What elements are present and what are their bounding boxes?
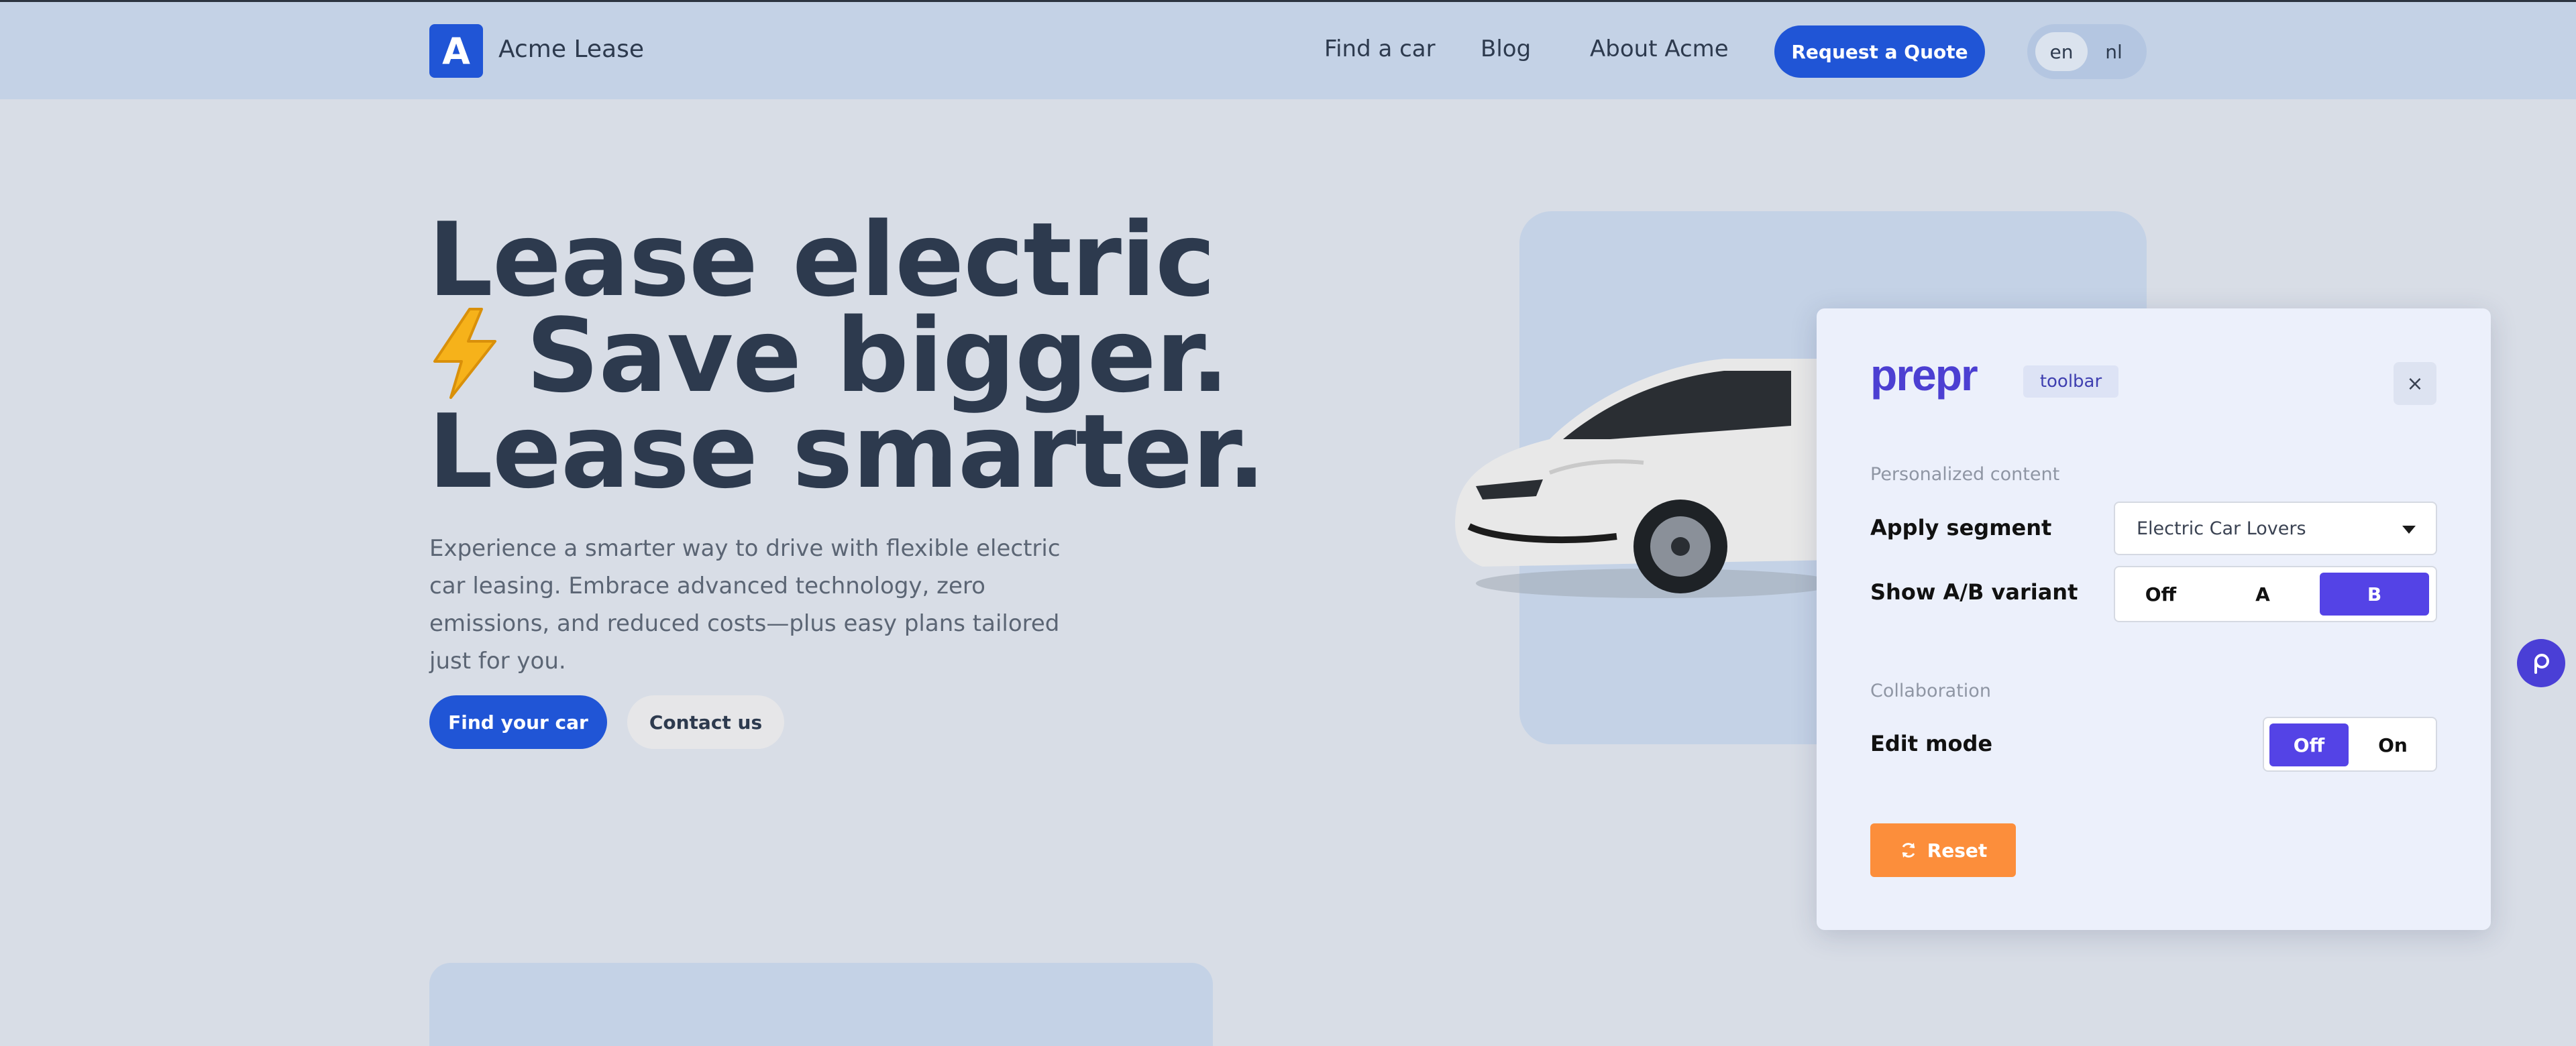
ab-option-a[interactable]: A (2222, 573, 2303, 616)
brand-name[interactable]: Acme Lease (498, 36, 644, 63)
reset-button-label: Reset (1927, 839, 1988, 862)
acme-logo[interactable]: A (429, 24, 483, 78)
car-image (1455, 359, 1838, 598)
chevron-down-icon (2402, 526, 2416, 534)
ab-variant-label: Show A/B variant (1870, 579, 2078, 605)
close-icon: × (2406, 371, 2424, 396)
segment-select[interactable]: Electric Car Lovers (2114, 502, 2437, 555)
feature-card (429, 963, 1213, 1046)
prepr-p-icon (2534, 654, 2549, 674)
nav-blog[interactable]: Blog (1481, 36, 1531, 62)
request-quote-button[interactable]: Request a Quote (1774, 25, 1985, 78)
lightning-bolt-icon (433, 308, 496, 399)
ab-option-off[interactable]: Off (2121, 573, 2201, 616)
hero-description: Experience a smarter way to drive with f… (429, 535, 1061, 675)
personalized-content-label: Personalized content (1870, 464, 2060, 485)
refresh-icon (1902, 843, 1915, 858)
lang-en[interactable]: en (2035, 32, 2088, 71)
prepr-toolbar-panel: prepr toolbar × Personalized content App… (1817, 308, 2491, 930)
lang-nl[interactable]: nl (2088, 32, 2140, 71)
prepr-logo: prepr (1870, 357, 1979, 400)
edit-mode-toggle: Off On (2263, 717, 2437, 772)
find-your-car-button[interactable]: Find your car (429, 695, 607, 749)
ab-variant-toggle: Off A B (2114, 566, 2437, 622)
site-header: A Acme Lease Find a car Blog About Acme … (0, 0, 2576, 99)
language-switch: en nl (2027, 24, 2147, 79)
logo-letter: A (442, 30, 470, 72)
svg-text:prepr: prepr (1870, 357, 1978, 400)
edit-mode-label: Edit mode (1870, 731, 1993, 756)
nav-find-a-car[interactable]: Find a car (1324, 36, 1436, 62)
reset-button[interactable]: Reset (1870, 823, 2016, 877)
hero-heading-line-3: Lease smarter. (428, 392, 1266, 511)
ab-option-b[interactable]: B (2320, 573, 2429, 616)
apply-segment-label: Apply segment (1870, 515, 2052, 540)
edit-option-on[interactable]: On (2354, 723, 2432, 766)
edit-option-off[interactable]: Off (2269, 723, 2349, 766)
contact-us-button[interactable]: Contact us (627, 695, 784, 749)
toolbar-tag: toolbar (2023, 365, 2118, 398)
close-button[interactable]: × (2394, 362, 2436, 405)
collaboration-label: Collaboration (1870, 681, 1991, 701)
prepr-launcher-button[interactable] (2517, 639, 2565, 687)
nav-about-acme[interactable]: About Acme (1590, 36, 1729, 62)
segment-select-value: Electric Car Lovers (2137, 518, 2306, 539)
